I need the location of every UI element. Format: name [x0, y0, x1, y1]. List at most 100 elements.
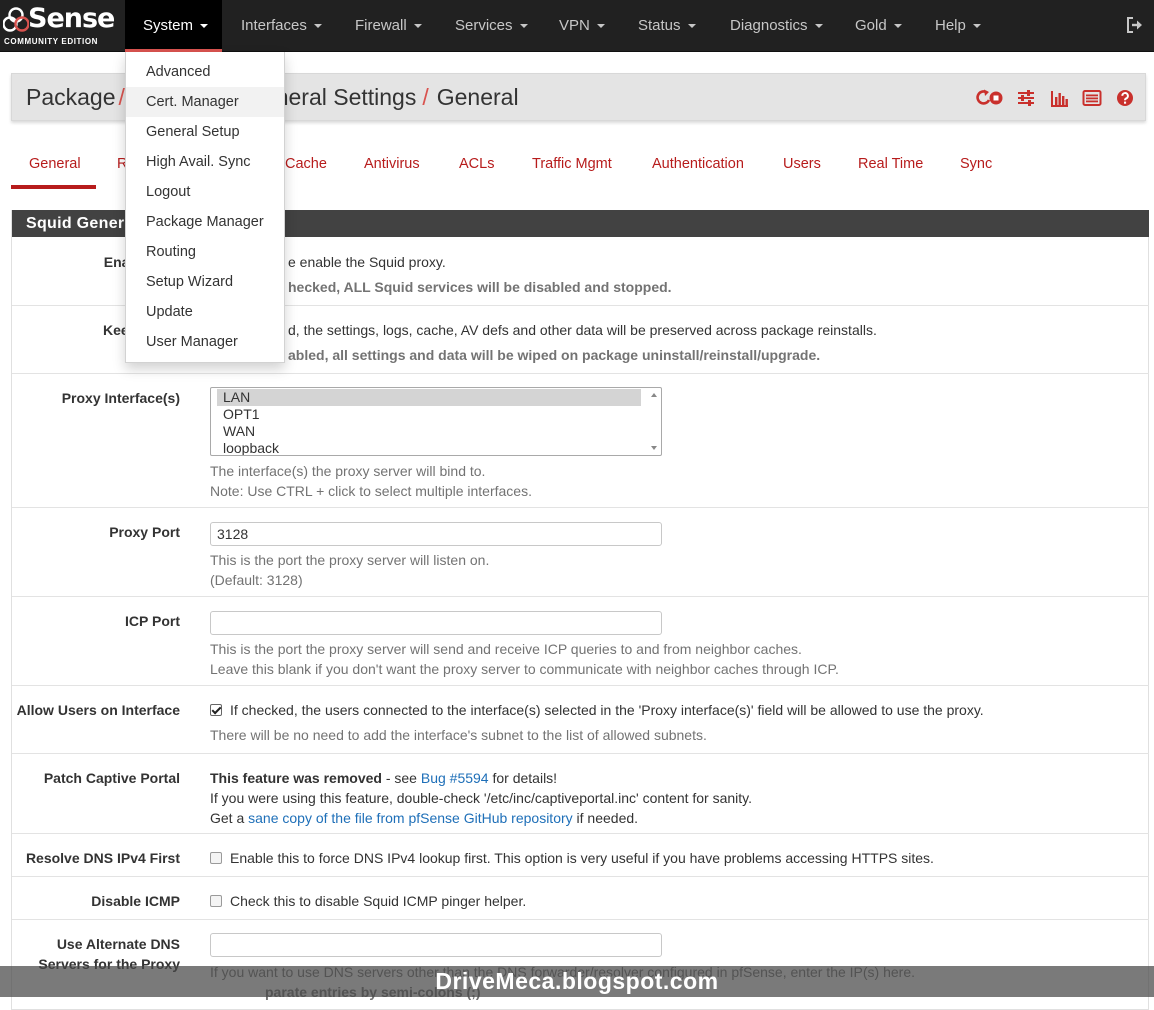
allow-users-help: There will be no need to add the interfa… — [210, 727, 707, 743]
alternate-dns-label-line1: Use Alternate DNS — [56, 936, 180, 952]
chevron-down-icon — [313, 24, 322, 28]
menu-item-cert-manager[interactable]: Cert. Manager — [126, 87, 284, 117]
restart-service-icon[interactable] — [975, 88, 1003, 108]
proxy-interfaces-select[interactable]: LAN OPT1 WAN loopback — [210, 387, 662, 456]
resolve-dns-checkbox[interactable] — [210, 852, 222, 864]
tab-antivirus[interactable]: Antivirus — [364, 153, 420, 189]
menu-item-routing[interactable]: Routing — [126, 237, 284, 267]
nav-services[interactable]: Services — [437, 0, 546, 50]
watermark-text: DriveMeca.blogspot.com — [435, 968, 719, 994]
github-copy-link[interactable]: sane copy of the file from pfSense GitHu… — [248, 810, 573, 826]
row-icp-port: ICP Port This is the port the proxy serv… — [12, 597, 1149, 686]
row-proxy-port: Proxy Port 3128 This is the port the pro… — [12, 508, 1149, 597]
bug-5594-link[interactable]: Bug #5594 — [421, 770, 489, 786]
breadcrumb-icon-group — [975, 88, 1135, 108]
keep-settings-text: d, the settings, logs, cache, AV defs an… — [288, 322, 877, 338]
tab-traffic-mgmt[interactable]: Traffic Mgmt — [532, 153, 612, 189]
menu-item-setup-wizard[interactable]: Setup Wizard — [126, 267, 284, 297]
tab-general[interactable]: General — [29, 153, 81, 189]
menu-item-logout[interactable]: Logout — [126, 177, 284, 207]
tab-users[interactable]: Users — [783, 153, 821, 189]
nav-diagnostics-label: Diagnostics — [730, 17, 808, 34]
menu-item-general-setup[interactable]: General Setup — [126, 117, 284, 147]
nav-firewall[interactable]: Firewall — [337, 0, 440, 50]
row-allow-users: Allow Users on Interface If checked, the… — [12, 686, 1149, 754]
enable-squid-help: hecked, ALL Squid services will be disab… — [288, 279, 672, 295]
get-a-text: Get a — [210, 810, 249, 826]
scroll-up-icon[interactable] — [651, 393, 657, 397]
resolve-dns-label: Resolve DNS IPv4 First — [25, 850, 180, 866]
enable-squid-text: e enable the Squid proxy. — [288, 254, 446, 270]
row-disable-icmp: Disable ICMP Check this to disable Squid… — [12, 877, 1149, 920]
proxy-interfaces-help: The interface(s) the proxy server will b… — [210, 463, 486, 479]
if-needed-text: if needed. — [572, 810, 639, 826]
disable-icmp-checkbox[interactable] — [210, 895, 222, 907]
row-proxy-interfaces: Proxy Interface(s) LAN OPT1 WAN loopback… — [12, 374, 1149, 508]
tab-sync[interactable]: Sync — [960, 153, 992, 189]
tab-real-time[interactable]: Real Time — [858, 153, 923, 189]
alternate-dns-input[interactable] — [210, 933, 662, 957]
nav-vpn[interactable]: VPN — [541, 0, 623, 50]
feature-removed-text: This feature was removed — [210, 770, 382, 786]
brand-logo[interactable]: Sense COMMUNITY EDITION — [0, 0, 118, 50]
interface-option-loopback[interactable]: loopback — [217, 440, 641, 455]
system-dropdown-menu: Advanced Cert. Manager General Setup Hig… — [125, 52, 285, 363]
allow-users-checkbox[interactable] — [210, 704, 222, 716]
icp-port-label: ICP Port — [125, 613, 180, 629]
menu-item-user-manager[interactable]: User Manager — [126, 327, 284, 357]
chevron-down-icon — [687, 24, 696, 28]
pfsense-logo-icon — [3, 7, 29, 32]
nav-help-label: Help — [935, 17, 966, 34]
menu-item-package-manager[interactable]: Package Manager — [126, 207, 284, 237]
nav-vpn-label: VPN — [559, 17, 590, 34]
active-tab-indicator — [11, 185, 96, 189]
nav-help[interactable]: Help — [917, 0, 999, 50]
allow-users-text: If checked, the users connected to the i… — [230, 702, 984, 718]
menu-item-high-avail-sync[interactable]: High Avail. Sync — [126, 147, 284, 177]
interface-option-lan[interactable]: LAN — [217, 389, 641, 406]
nav-system[interactable]: System — [125, 0, 222, 52]
breadcrumb-general-settings[interactable]: eneral Settings — [263, 84, 416, 110]
for-details-text: for details! — [488, 770, 558, 786]
captive-portal-note: If you were using this feature, double-c… — [210, 790, 753, 806]
icp-port-note: Leave this blank if you don't want the p… — [210, 661, 839, 677]
breadcrumb-separator: / — [422, 84, 429, 110]
scroll-down-icon[interactable] — [651, 446, 657, 450]
list-log-icon[interactable] — [1082, 88, 1102, 108]
nav-interfaces[interactable]: Interfaces — [223, 0, 340, 50]
interface-option-opt1[interactable]: OPT1 — [217, 406, 641, 423]
chevron-down-icon — [893, 24, 902, 28]
nav-firewall-label: Firewall — [355, 17, 407, 34]
row-patch-captive-portal: Patch Captive Portal This feature was re… — [12, 754, 1149, 834]
sliders-icon[interactable] — [1016, 88, 1036, 108]
brand-subtitle: COMMUNITY EDITION — [4, 37, 99, 46]
proxy-port-default: (Default: 3128) — [210, 572, 303, 588]
chevron-down-icon — [596, 24, 605, 28]
nav-status[interactable]: Status — [620, 0, 714, 50]
patch-captive-portal-label: Patch Captive Portal — [43, 770, 180, 786]
see-text: - see — [381, 770, 421, 786]
interface-option-wan[interactable]: WAN — [217, 423, 641, 440]
nav-diagnostics[interactable]: Diagnostics — [712, 0, 841, 50]
bar-chart-icon[interactable] — [1049, 88, 1069, 108]
menu-item-advanced[interactable]: Advanced — [126, 57, 284, 87]
proxy-port-input[interactable]: 3128 — [210, 522, 662, 546]
disable-icmp-text: Check this to disable Squid ICMP pinger … — [230, 893, 527, 909]
tab-local-cache[interactable]: Cache — [285, 153, 327, 189]
proxy-interfaces-label: Proxy Interface(s) — [61, 390, 180, 406]
chevron-down-icon — [200, 24, 209, 28]
nav-system-label: System — [143, 17, 194, 34]
nav-gold[interactable]: Gold — [837, 0, 920, 50]
icp-port-input[interactable] — [210, 611, 662, 635]
logout-icon[interactable] — [1126, 16, 1144, 34]
tab-acls[interactable]: ACLs — [459, 153, 494, 189]
chevron-down-icon — [972, 24, 981, 28]
tab-authentication[interactable]: Authentication — [652, 153, 744, 189]
listbox-scrollbar[interactable] — [648, 389, 660, 454]
brand-name: Sense — [28, 3, 115, 34]
breadcrumb-package[interactable]: Package — [26, 84, 116, 110]
keep-settings-help: abled, all settings and data will be wip… — [288, 347, 821, 363]
help-icon[interactable] — [1115, 88, 1135, 108]
menu-item-update[interactable]: Update — [126, 297, 284, 327]
nav-interfaces-label: Interfaces — [241, 17, 307, 34]
